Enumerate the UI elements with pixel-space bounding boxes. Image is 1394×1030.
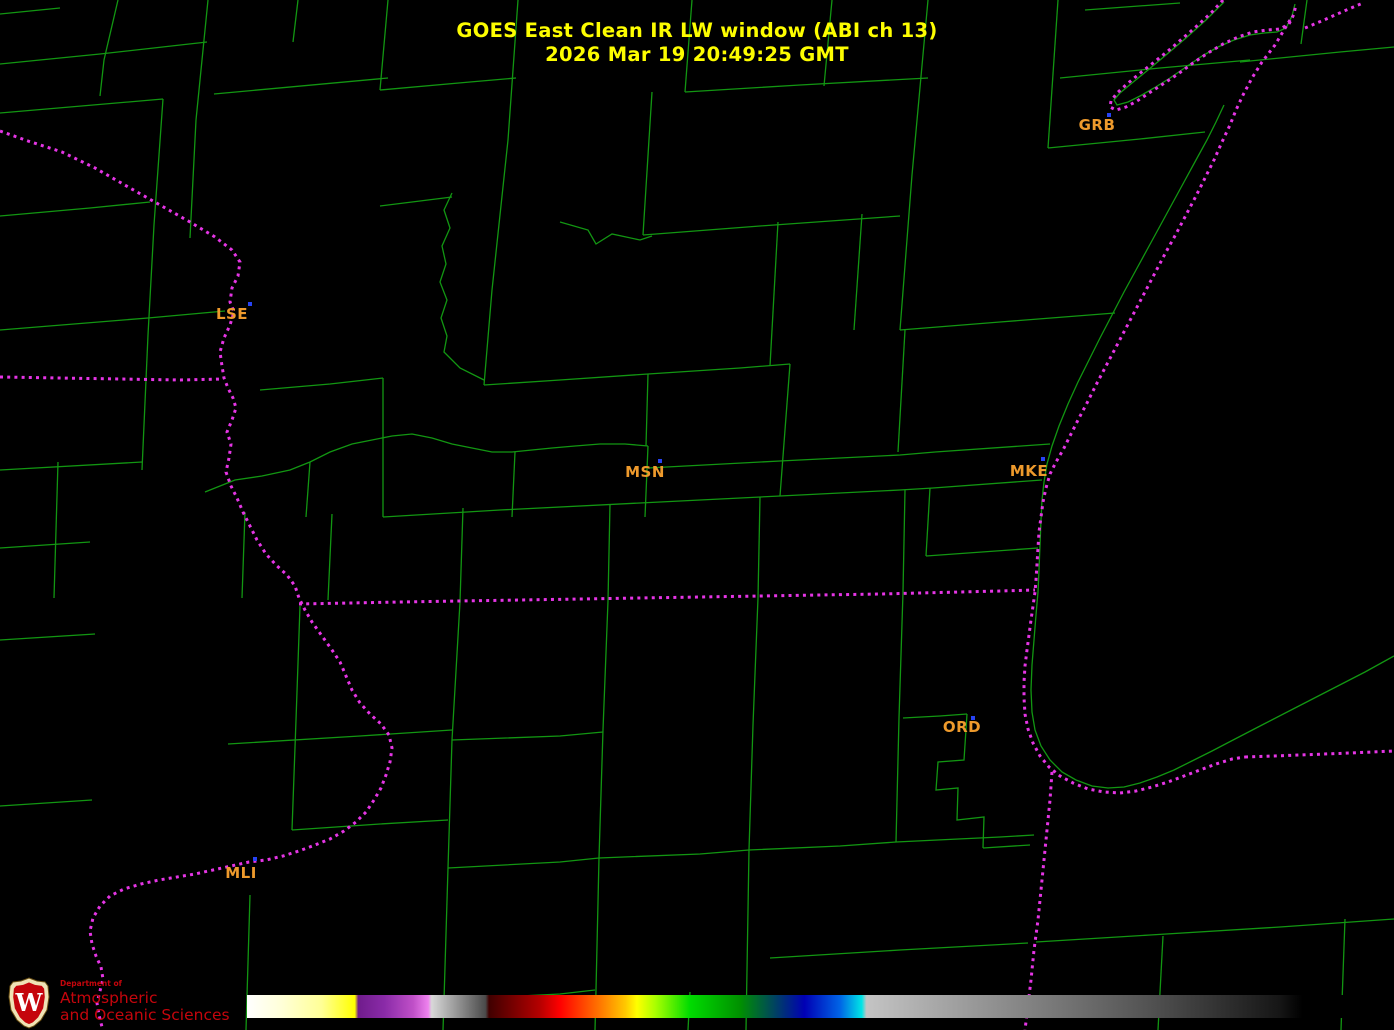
county-line	[932, 479, 1043, 489]
county-line	[0, 541, 91, 549]
county-line	[213, 77, 389, 95]
station-dot-mli	[253, 857, 257, 861]
station-label-grb: GRB	[1078, 116, 1116, 134]
station-label-mke: MKE	[1009, 462, 1049, 480]
station-dot-mke	[1041, 457, 1045, 461]
county-line	[0, 310, 226, 331]
station-label-ord: ORD	[942, 718, 982, 736]
county-line	[147, 98, 164, 336]
title-line1: GOES East Clean IR LW window (ABI ch 13)	[456, 19, 938, 42]
county-line	[598, 849, 750, 859]
county-line	[559, 221, 653, 245]
county-line	[459, 507, 464, 603]
aos-logo: W Department of Atmospheric and Oceanic …	[7, 977, 230, 1029]
county-line	[379, 196, 453, 207]
county-line	[291, 819, 449, 831]
county-line	[769, 942, 1029, 959]
ir-temperature-colorbar	[247, 995, 1394, 1018]
state-border-line	[1023, 771, 1054, 1030]
state-border-line	[1022, 19, 1292, 795]
county-line	[141, 334, 149, 471]
county-line	[1035, 918, 1394, 943]
county-line	[447, 857, 600, 869]
title-line2: 2026 Mar 19 20:49:25 GMT	[545, 43, 849, 66]
county-line	[291, 605, 301, 831]
station-label-lse: LSE	[215, 305, 249, 323]
county-line	[0, 799, 93, 807]
logo-dept-line: Department of	[60, 979, 122, 988]
county-line	[241, 511, 246, 599]
station-dot-lse	[248, 302, 252, 306]
county-line	[0, 201, 151, 217]
county-line	[1084, 2, 1181, 11]
station-label-mli: MLI	[225, 864, 257, 882]
county-line	[204, 433, 649, 493]
county-line	[934, 443, 1051, 453]
map-overlay-svg	[0, 0, 1394, 1030]
county-line	[0, 7, 61, 15]
logo-line2: and Oceanic Sciences	[60, 1006, 230, 1024]
county-line	[442, 601, 461, 1030]
county-line	[897, 329, 906, 453]
logo-line1: Atmospheric	[60, 988, 158, 1007]
county-line	[902, 489, 906, 593]
goes-ir-satellite-view: GOES East Clean IR LW window (ABI ch 13)…	[0, 0, 1394, 1030]
crest-monogram: W	[15, 988, 44, 1017]
county-line	[895, 834, 1035, 843]
county-line	[645, 373, 649, 447]
state-border-line	[1244, 749, 1394, 759]
county-line	[305, 461, 311, 518]
state-border-line	[298, 588, 1036, 606]
county-line	[745, 597, 759, 1030]
county-line	[259, 377, 384, 391]
county-line	[382, 487, 934, 518]
station-label-msn: MSN	[625, 463, 665, 481]
county-line	[483, 363, 791, 386]
county-line	[379, 77, 517, 91]
county-line	[684, 77, 929, 93]
county-line	[769, 221, 779, 367]
county-line	[451, 731, 604, 741]
state-border-dotted-lines	[0, 0, 1394, 1030]
county-line	[607, 503, 611, 602]
county-line	[227, 729, 453, 745]
county-line	[779, 363, 791, 497]
county-line	[757, 496, 761, 599]
county-line	[982, 844, 1031, 849]
county-line	[594, 600, 609, 1030]
county-line	[511, 451, 516, 518]
county-line	[1030, 104, 1394, 789]
county-line	[327, 513, 333, 601]
uw-crest-icon: W	[8, 977, 50, 1029]
page-title: GOES East Clean IR LW window (ABI ch 13)…	[0, 19, 1394, 67]
logo-text: Department of Atmospheric and Oceanic Sc…	[60, 977, 230, 1024]
county-line	[53, 461, 59, 599]
county-line	[895, 591, 904, 843]
county-line	[899, 312, 1116, 331]
county-line	[748, 841, 897, 851]
county-line	[925, 547, 1039, 557]
county-line	[0, 98, 164, 114]
state-border-line	[0, 375, 223, 382]
state-border-line	[0, 129, 394, 1028]
county-line	[644, 445, 649, 518]
county-line	[0, 633, 96, 641]
county-line	[647, 451, 936, 469]
county-line	[853, 213, 863, 331]
county-line	[0, 461, 143, 471]
county-line	[925, 487, 931, 557]
county-line	[1047, 131, 1206, 149]
county-line	[642, 91, 653, 236]
county-boundary-lines	[0, 0, 1394, 1030]
county-line	[439, 192, 485, 381]
